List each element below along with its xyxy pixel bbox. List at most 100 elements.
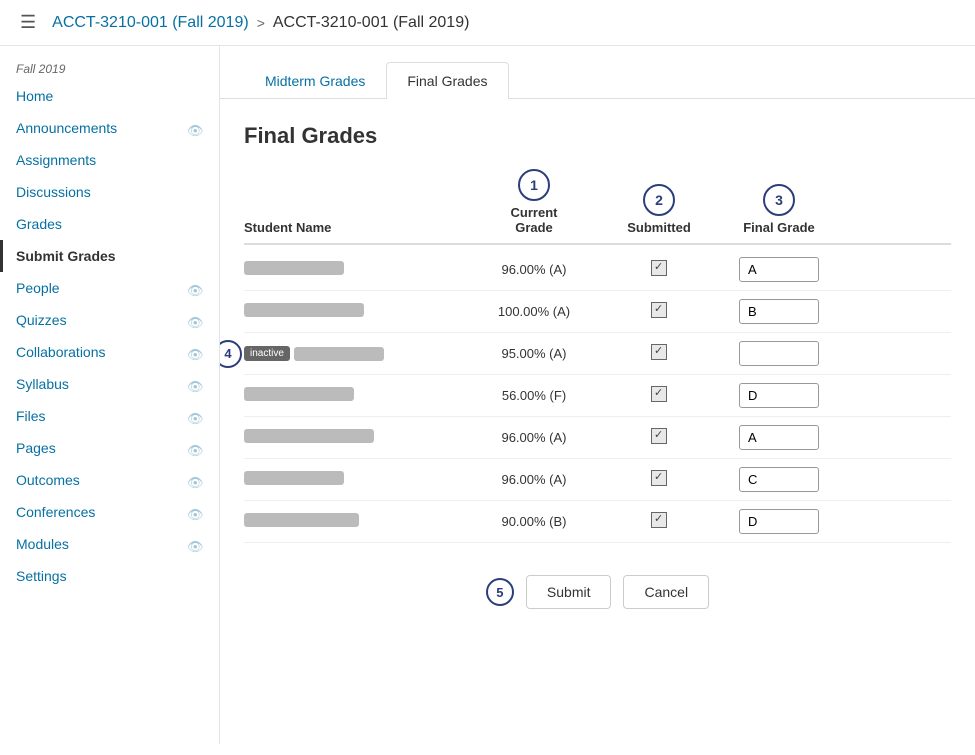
student-name-blur [244, 513, 359, 527]
submitted-checkbox-7[interactable]: ✓ [651, 512, 667, 528]
pages-visibility-icon [187, 442, 203, 454]
cell-grade-1: 96.00% (A) [464, 262, 604, 277]
final-grade-input-1[interactable] [739, 257, 819, 282]
table-row: 100.00% (A) ✓ [244, 291, 951, 333]
submitted-checkbox-6[interactable]: ✓ [651, 470, 667, 486]
step-2-circle: 2 [643, 184, 675, 216]
sidebar-item-pages[interactable]: Pages [0, 432, 219, 464]
sidebar: Fall 2019 Home Announcements Assignments… [0, 46, 220, 744]
submitted-checkbox-3[interactable]: ✓ [651, 344, 667, 360]
tab-midterm-grades[interactable]: Midterm Grades [244, 62, 386, 99]
announcements-visibility-icon [187, 122, 203, 134]
cell-grade-3: 95.00% (A) [464, 346, 604, 361]
table-row: 96.00% (A) ✓ [244, 249, 951, 291]
cell-submitted-6: ✓ [604, 470, 714, 489]
conferences-visibility-icon [187, 506, 203, 518]
col-header-current-label: CurrentGrade [511, 205, 558, 235]
sidebar-item-announcements[interactable]: Announcements [0, 112, 219, 144]
sidebar-item-modules[interactable]: Modules [0, 528, 219, 560]
cell-submitted-4: ✓ [604, 386, 714, 405]
sidebar-item-submit-grades[interactable]: Submit Grades [0, 240, 219, 272]
cell-student-6 [244, 471, 464, 488]
tab-final-grades[interactable]: Final Grades [386, 62, 508, 99]
cancel-button[interactable]: Cancel [623, 575, 709, 609]
breadcrumb-current: ACCT-3210-001 (Fall 2019) [273, 14, 470, 32]
layout: Fall 2019 Home Announcements Assignments… [0, 46, 975, 744]
col-header-submitted: 2 Submitted [604, 184, 714, 235]
outcomes-visibility-icon [187, 474, 203, 486]
step-4-annotation: 4 [220, 340, 242, 368]
col-header-student: Student Name [244, 220, 464, 235]
table-row: 96.00% (A) ✓ [244, 459, 951, 501]
cell-student-3: 4 inactive [244, 346, 464, 361]
sidebar-item-home[interactable]: Home [0, 80, 219, 112]
cell-final-6 [714, 467, 844, 492]
inactive-badge: inactive [244, 346, 290, 361]
sidebar-item-people[interactable]: People [0, 272, 219, 304]
col-header-submitted-label: Submitted [627, 220, 691, 235]
cell-grade-5: 96.00% (A) [464, 430, 604, 445]
sidebar-item-discussions[interactable]: Discussions [0, 176, 219, 208]
sidebar-item-grades[interactable]: Grades [0, 208, 219, 240]
cell-student-5 [244, 429, 464, 446]
table-row: 4 inactive 95.00% (A) ✓ [244, 333, 951, 375]
cell-student-4 [244, 387, 464, 404]
tabs: Midterm Grades Final Grades [220, 62, 975, 99]
final-grade-input-4[interactable] [739, 383, 819, 408]
sidebar-item-outcomes[interactable]: Outcomes [0, 464, 219, 496]
submitted-checkbox-1[interactable]: ✓ [651, 260, 667, 276]
cell-submitted-3: ✓ [604, 344, 714, 363]
cell-student-2 [244, 303, 464, 320]
sidebar-item-assignments[interactable]: Assignments [0, 144, 219, 176]
main-content: Midterm Grades Final Grades Final Grades… [220, 46, 975, 744]
final-grade-input-2[interactable] [739, 299, 819, 324]
submit-button[interactable]: Submit [526, 575, 612, 609]
final-grade-input-5[interactable] [739, 425, 819, 450]
files-visibility-icon [187, 410, 203, 422]
cell-submitted-7: ✓ [604, 512, 714, 531]
collaborations-visibility-icon [187, 346, 203, 358]
sidebar-item-quizzes[interactable]: Quizzes [0, 304, 219, 336]
cell-final-3 [714, 341, 844, 366]
people-visibility-icon [187, 282, 203, 294]
student-name-blur [244, 429, 374, 443]
cell-final-5 [714, 425, 844, 450]
bottom-actions: 5 Submit Cancel [244, 551, 951, 633]
col-header-current: 1 CurrentGrade [464, 169, 604, 235]
breadcrumb-separator: > [257, 15, 265, 31]
cell-student-7 [244, 513, 464, 530]
breadcrumb-link[interactable]: ACCT-3210-001 (Fall 2019) [52, 14, 249, 32]
submitted-checkbox-4[interactable]: ✓ [651, 386, 667, 402]
sidebar-item-files[interactable]: Files [0, 400, 219, 432]
student-name-blur [244, 471, 344, 485]
final-grade-input-6[interactable] [739, 467, 819, 492]
modules-visibility-icon [187, 538, 203, 550]
hamburger-menu-icon[interactable]: ☰ [20, 12, 36, 33]
quizzes-visibility-icon [187, 314, 203, 326]
cell-submitted-1: ✓ [604, 260, 714, 279]
submitted-checkbox-2[interactable]: ✓ [651, 302, 667, 318]
cell-grade-7: 90.00% (B) [464, 514, 604, 529]
col-header-final-label: Final Grade [743, 220, 815, 235]
final-grade-input-3[interactable] [739, 341, 819, 366]
table-row: 56.00% (F) ✓ [244, 375, 951, 417]
page-title: Final Grades [244, 123, 951, 149]
breadcrumb: ACCT-3210-001 (Fall 2019) > ACCT-3210-00… [52, 14, 469, 32]
table-header: Student Name 1 CurrentGrade 2 Submitted [244, 169, 951, 245]
student-name-blur [244, 387, 354, 401]
cell-submitted-5: ✓ [604, 428, 714, 447]
cell-final-2 [714, 299, 844, 324]
submitted-checkbox-5[interactable]: ✓ [651, 428, 667, 444]
table-row: 96.00% (A) ✓ [244, 417, 951, 459]
step-5-circle: 5 [486, 578, 514, 606]
sidebar-item-syllabus[interactable]: Syllabus [0, 368, 219, 400]
final-grade-input-7[interactable] [739, 509, 819, 534]
syllabus-visibility-icon [187, 378, 203, 390]
cell-grade-2: 100.00% (A) [464, 304, 604, 319]
cell-submitted-2: ✓ [604, 302, 714, 321]
sidebar-item-settings[interactable]: Settings [0, 560, 219, 592]
cell-grade-6: 96.00% (A) [464, 472, 604, 487]
student-name-blur [244, 303, 364, 317]
sidebar-item-collaborations[interactable]: Collaborations [0, 336, 219, 368]
sidebar-item-conferences[interactable]: Conferences [0, 496, 219, 528]
